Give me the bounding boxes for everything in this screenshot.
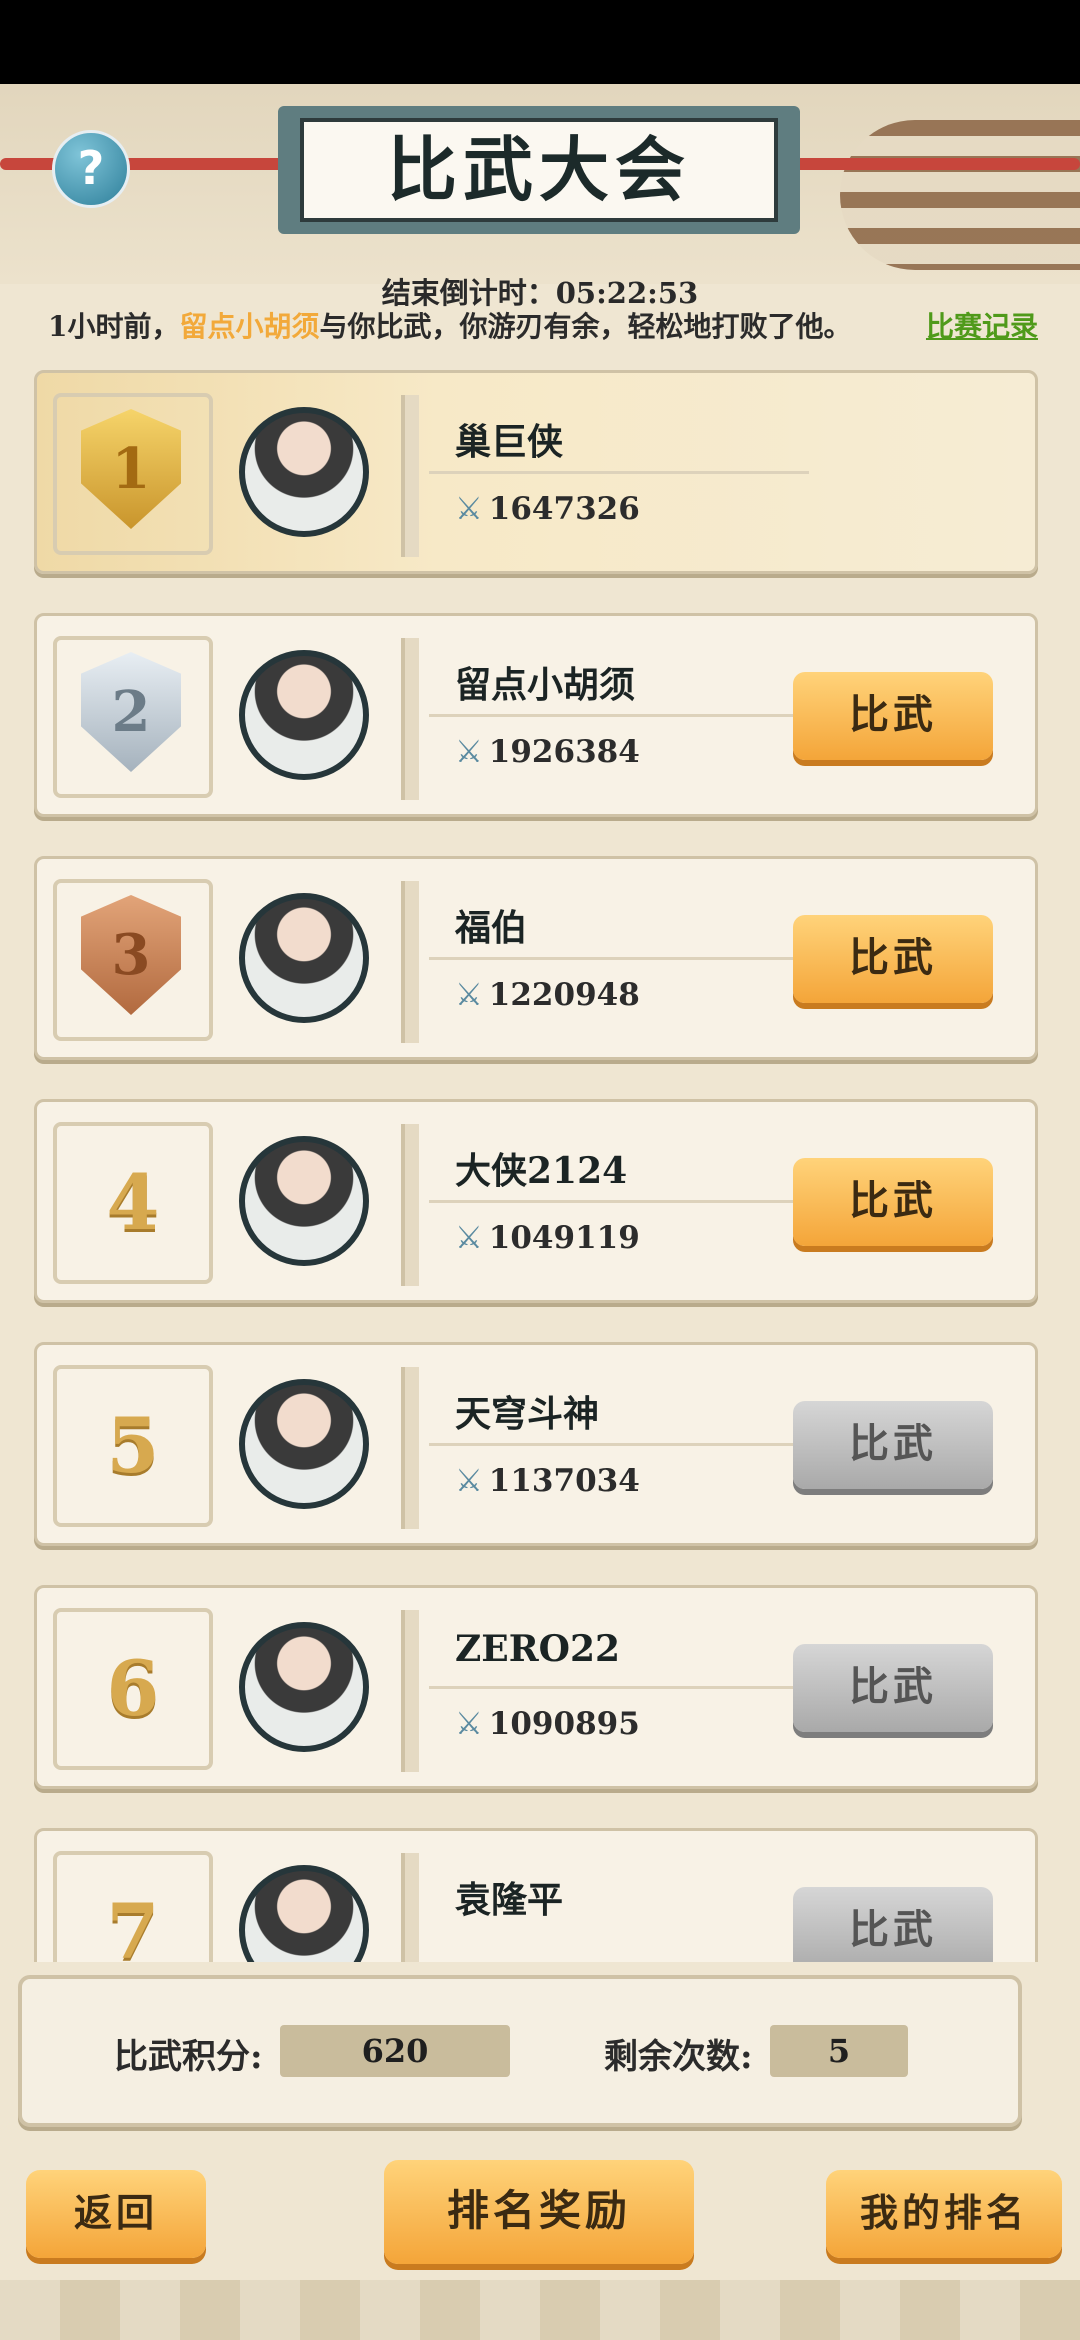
player-name: ZERO22: [455, 1628, 621, 1670]
ranking-row: 6 ZERO22 ⚔ 1090895 比武: [34, 1585, 1038, 1789]
info-divider: [401, 1367, 419, 1529]
challenge-button[interactable]: 比武: [793, 1158, 993, 1246]
power-value: ⚔ 1647326: [455, 491, 640, 527]
rope-left: [0, 158, 290, 170]
back-button[interactable]: 返回: [26, 2170, 206, 2258]
power-value: ⚔ 1220948: [455, 977, 640, 1013]
score-label: 比武积分:: [114, 2037, 263, 2077]
page-title: 比武大会: [300, 118, 778, 222]
power-number: 1220948: [488, 977, 640, 1013]
ranking-row: 2 留点小胡须 ⚔ 1926384 比武: [34, 613, 1038, 817]
row-divider: [429, 957, 809, 960]
remaining-label: 剩余次数:: [604, 2037, 753, 2077]
info-divider: [401, 638, 419, 800]
ranking-row: 4 大侠2124 ⚔ 1049119 比武: [34, 1099, 1038, 1303]
rank-number: 7: [106, 1887, 160, 1962]
floor-decoration: [0, 2280, 1080, 2340]
crossed-swords-icon: ⚔: [455, 734, 483, 770]
help-button[interactable]: ?: [52, 130, 130, 208]
remaining-value: 5: [770, 2025, 908, 2077]
info-divider: [401, 881, 419, 1043]
stats-panel: 比武积分: 620 剩余次数: 5: [18, 1975, 1022, 2127]
avatar: [239, 1865, 369, 1962]
question-icon: ?: [77, 141, 105, 195]
player-name: 袁隆平: [455, 1879, 564, 1921]
ranking-row: 3 福伯 ⚔ 1220948 比武: [34, 856, 1038, 1060]
message-suffix: 与你比武，你游刃有余，轻松地打败了他。: [319, 310, 852, 343]
rope-right: [790, 158, 1080, 170]
challenge-button[interactable]: 比武: [793, 1887, 993, 1962]
avatar: [239, 650, 369, 780]
power-value: ⚔ 1090895: [455, 1706, 640, 1742]
row-divider: [429, 1686, 809, 1689]
ranking-row: 5 天穹斗神 ⚔ 1137034 比武: [34, 1342, 1038, 1546]
player-name: 大侠2124: [455, 1150, 628, 1192]
row-divider: [429, 714, 809, 717]
challenge-button[interactable]: 比武: [793, 1401, 993, 1489]
row-divider: [429, 1200, 809, 1203]
info-divider: [401, 1853, 419, 1962]
player-name: 福伯: [455, 907, 528, 949]
rank-number: 5: [106, 1401, 160, 1490]
avatar: [239, 1622, 369, 1752]
avatar: [239, 1379, 369, 1509]
ranking-rewards-button[interactable]: 排名奖励: [384, 2160, 694, 2264]
ranking-list[interactable]: 1 巢巨侠 ⚔ 1647326 2 留点小胡须 ⚔ 1926384 比武 3 福伯 …: [0, 370, 1080, 1962]
my-ranking-button[interactable]: 我的排名: [826, 2170, 1062, 2258]
power-number: 1090895: [488, 1706, 640, 1742]
score-value: 620: [280, 2025, 510, 2077]
avatar: [239, 893, 369, 1023]
power-number: 1647326: [488, 491, 640, 527]
power-number: 1137034: [488, 1463, 640, 1499]
player-name: 巢巨侠: [455, 421, 564, 463]
row-divider: [429, 1443, 809, 1446]
rank-number: 4: [106, 1158, 160, 1247]
battle-message: 1小时前，留点小胡须与你比武，你游刃有余，轻松地打败了他。 比赛记录: [48, 305, 1038, 345]
row-divider: [429, 471, 809, 474]
power-number: 1049119: [488, 1220, 640, 1256]
message-opponent: 留点小胡须: [179, 310, 320, 343]
challenge-button[interactable]: 比武: [793, 1644, 993, 1732]
challenge-button[interactable]: 比武: [793, 915, 993, 1003]
crossed-swords-icon: ⚔: [455, 977, 483, 1013]
rank-number: 6: [106, 1644, 160, 1733]
status-bar: [0, 0, 1080, 84]
match-record-link[interactable]: 比赛记录: [926, 305, 1038, 345]
power-number: 1926384: [488, 734, 640, 770]
ranking-row: 1 巢巨侠 ⚔ 1647326: [34, 370, 1038, 574]
info-divider: [401, 1610, 419, 1772]
crossed-swords-icon: ⚔: [455, 1706, 483, 1742]
player-name: 留点小胡须: [455, 664, 636, 706]
power-value: ⚔ 1049119: [455, 1220, 640, 1256]
ranking-row: 7 袁隆平 比武: [34, 1828, 1038, 1962]
info-divider: [401, 395, 419, 557]
crossed-swords-icon: ⚔: [455, 1220, 483, 1256]
cloud-decoration: [840, 120, 1080, 270]
avatar: [239, 1136, 369, 1266]
crossed-swords-icon: ⚔: [455, 1463, 483, 1499]
avatar: [239, 407, 369, 537]
message-prefix: 1小时前，: [48, 310, 180, 343]
power-value: ⚔ 1926384: [455, 734, 640, 770]
player-name: 天穹斗神: [455, 1393, 600, 1435]
crossed-swords-icon: ⚔: [455, 491, 483, 527]
challenge-button[interactable]: 比武: [793, 672, 993, 760]
power-value: ⚔ 1137034: [455, 1463, 640, 1499]
info-divider: [401, 1124, 419, 1286]
